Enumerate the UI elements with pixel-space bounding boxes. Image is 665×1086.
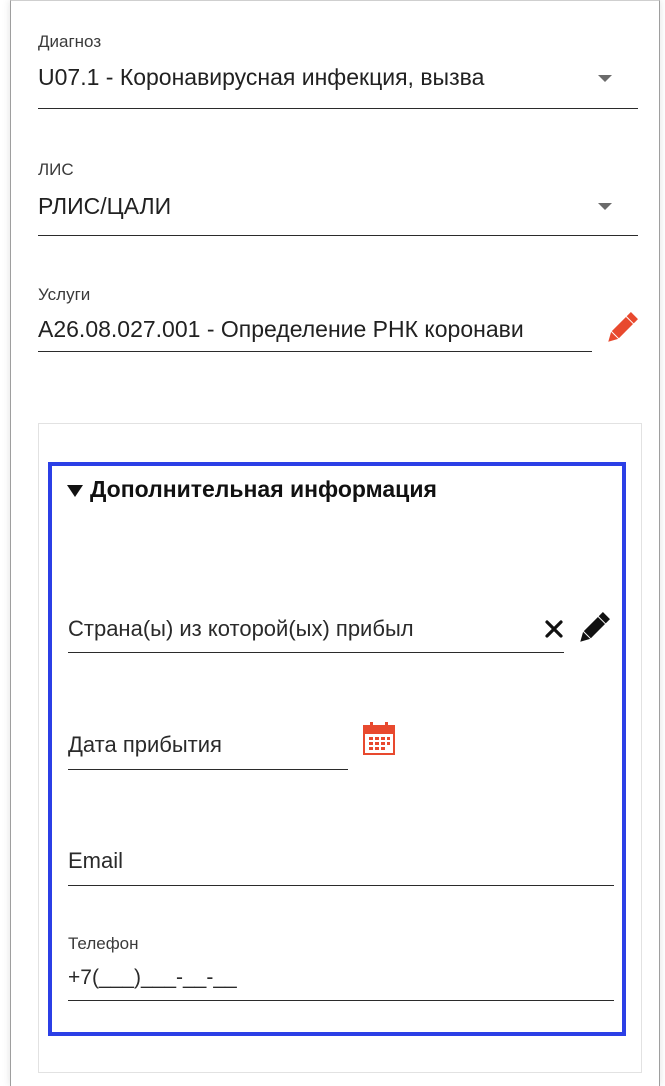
country-placeholder[interactable]: Страна(ы) из которой(ых) прибыл	[68, 616, 564, 642]
diagnosis-underline	[38, 108, 638, 109]
phone-label: Телефон	[68, 934, 139, 953]
services-value[interactable]: A26.08.027.001 - Определение РНК коронав…	[38, 316, 592, 343]
email-underline	[68, 885, 614, 886]
collapse-triangle-icon[interactable]	[67, 485, 83, 497]
phone-value[interactable]: +7(___)___-__-__	[68, 966, 614, 990]
calendar-icon[interactable]	[361, 720, 397, 756]
chevron-down-icon[interactable]	[598, 203, 612, 210]
arrival-date-underline	[68, 769, 348, 770]
lis-underline	[38, 235, 638, 236]
diagnosis-label: Диагноз	[38, 32, 102, 51]
phone-underline	[68, 1000, 614, 1001]
chevron-down-icon[interactable]	[598, 75, 612, 82]
services-label: Услуги	[38, 285, 91, 304]
section-title[interactable]: Дополнительная информация	[90, 476, 437, 503]
services-underline	[38, 351, 592, 352]
additional-info-section: Дополнительная информация Страна(ы) из к…	[48, 462, 626, 1036]
country-underline	[68, 652, 564, 653]
diagnosis-value[interactable]: U07.1 - Коронавирусная инфекция, вызва	[38, 64, 586, 91]
email-placeholder[interactable]: Email	[68, 848, 614, 874]
close-icon[interactable]	[544, 619, 564, 639]
lis-label: ЛИС	[38, 160, 74, 179]
lis-value[interactable]: РЛИС/ЦАЛИ	[38, 193, 586, 220]
arrival-date-placeholder[interactable]: Дата прибытия	[68, 732, 348, 758]
edit-pencil-icon[interactable]	[600, 308, 642, 350]
edit-pencil-icon[interactable]	[572, 608, 614, 650]
